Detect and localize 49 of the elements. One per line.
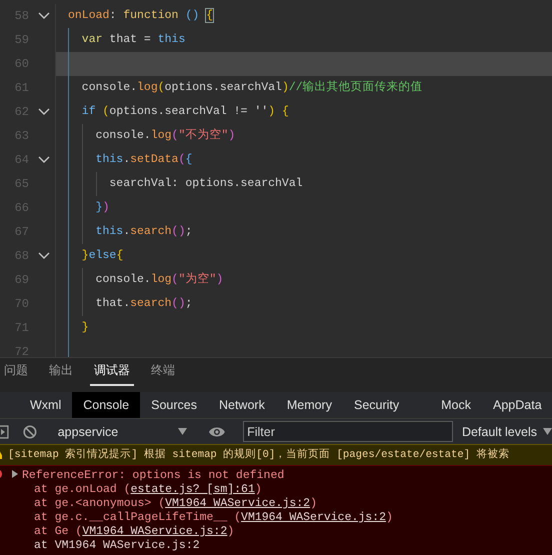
devtools-tab[interactable]: Wxml: [19, 392, 72, 418]
filter-field[interactable]: Filter: [243, 421, 453, 442]
code-text: this.search();: [94, 224, 192, 240]
code-text: that.search();: [94, 296, 192, 312]
devtools-tab[interactable]: Sources: [140, 392, 208, 418]
devtools-tab[interactable]: AppData: [482, 392, 552, 418]
code-text: onLoad: function () {: [68, 8, 213, 24]
code-text: }: [80, 320, 89, 336]
code-text: }else{: [80, 248, 124, 264]
levels-dropdown[interactable]: Default levels: [462, 424, 552, 439]
panel-tab[interactable]: 输出: [45, 358, 77, 386]
source-link[interactable]: VM1964 WAService.js:2: [241, 511, 386, 524]
code-text: }): [94, 200, 110, 216]
source-link[interactable]: VM1964 WAService.js:2: [165, 497, 310, 510]
stack-frame: at ge.c.__callPageLifeTime__ (VM1964 WAService.js:2): [34, 511, 552, 525]
error-message: ReferenceError: options is not defined: [22, 468, 284, 483]
panel-tab[interactable]: 问题: [0, 358, 32, 386]
devtools-tab[interactable]: Console: [72, 392, 140, 418]
dropdown-caret-icon: [178, 428, 188, 436]
sidebar-toggle-icon[interactable]: [0, 424, 9, 439]
code-text: console.log("为空"): [94, 271, 224, 288]
fold-chevron-icon[interactable]: [38, 108, 50, 116]
source-link[interactable]: VM1964 WAService.js:2: [82, 525, 228, 538]
fold-chevron-icon[interactable]: [38, 12, 50, 20]
devtools-tab[interactable]: Network: [208, 392, 276, 418]
panel-tab[interactable]: 调试器: [90, 358, 134, 386]
expand-triangle-icon[interactable]: [12, 470, 18, 478]
stack-frame: at Ge (VM1964 WAService.js:2): [34, 525, 552, 539]
code-text: this.setData({: [94, 152, 192, 168]
fold-chevron-icon[interactable]: [38, 252, 50, 260]
source-link[interactable]: estate.js? [sm]:61: [130, 483, 255, 496]
panel-tab[interactable]: 终端: [147, 358, 179, 386]
code-text: console.log(options.searchVal)//输出其他页面传来的值: [80, 80, 423, 96]
devtools-tab[interactable]: Mock: [430, 392, 482, 418]
clear-console-icon[interactable]: [22, 424, 37, 439]
stack-frame: at ge.onLoad (estate.js? [sm]:61): [34, 483, 552, 497]
code-text: if (options.searchVal != '') {: [80, 104, 289, 120]
devtools-tab[interactable]: Security: [342, 392, 410, 418]
devtools-tab[interactable]: Memory: [276, 392, 343, 418]
eye-icon[interactable]: [208, 426, 226, 438]
dropdown-caret-icon: [542, 428, 552, 436]
stack-frame: at ge.<anonymous> (VM1964 WAService.js:2): [34, 497, 552, 511]
code-text: var that = this: [80, 32, 186, 48]
stack-frame: at VM1964 WAService.js:2: [34, 539, 552, 553]
context-select[interactable]: appservice: [58, 424, 192, 439]
warning-message: [sitemap 索引情况提示] 根据 sitemap 的规则[0]，当前页面 [pages/estate/estate] 将被索: [8, 448, 510, 463]
fold-chevron-icon[interactable]: [38, 156, 50, 164]
code-text: searchVal: options.searchVal: [108, 176, 303, 192]
code-text: console.log("不为空"): [94, 127, 236, 144]
